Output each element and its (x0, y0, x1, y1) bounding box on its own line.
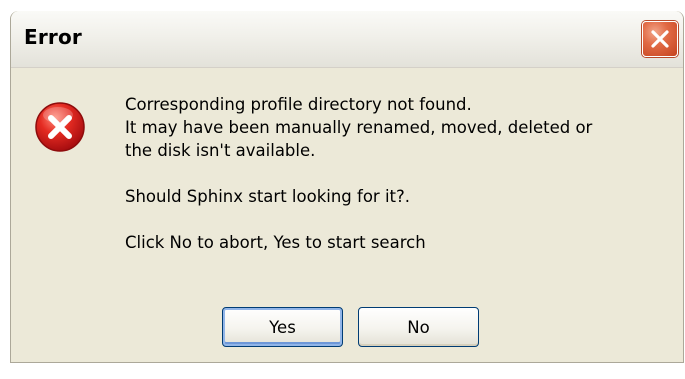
message-line: Click No to abort, Yes to start search (125, 233, 426, 252)
title-bar[interactable]: Error (11, 11, 683, 68)
error-icon (34, 101, 86, 153)
no-button[interactable]: No (358, 307, 479, 347)
close-button[interactable] (642, 21, 678, 57)
message-line: It may have been manually renamed, moved… (125, 118, 593, 137)
message-line: the disk isn't available. (125, 141, 316, 160)
error-message: Corresponding profile directory not foun… (125, 93, 670, 254)
message-line: Should Sphinx start looking for it?. (125, 187, 410, 206)
screen: Error Corresponding profile directory no… (0, 0, 685, 379)
close-x-icon (649, 28, 671, 50)
error-dialog: Error Corresponding profile directory no… (10, 11, 684, 363)
window-title: Error (24, 25, 82, 49)
message-line: Corresponding profile directory not foun… (125, 95, 472, 114)
yes-button[interactable]: Yes (222, 307, 343, 347)
